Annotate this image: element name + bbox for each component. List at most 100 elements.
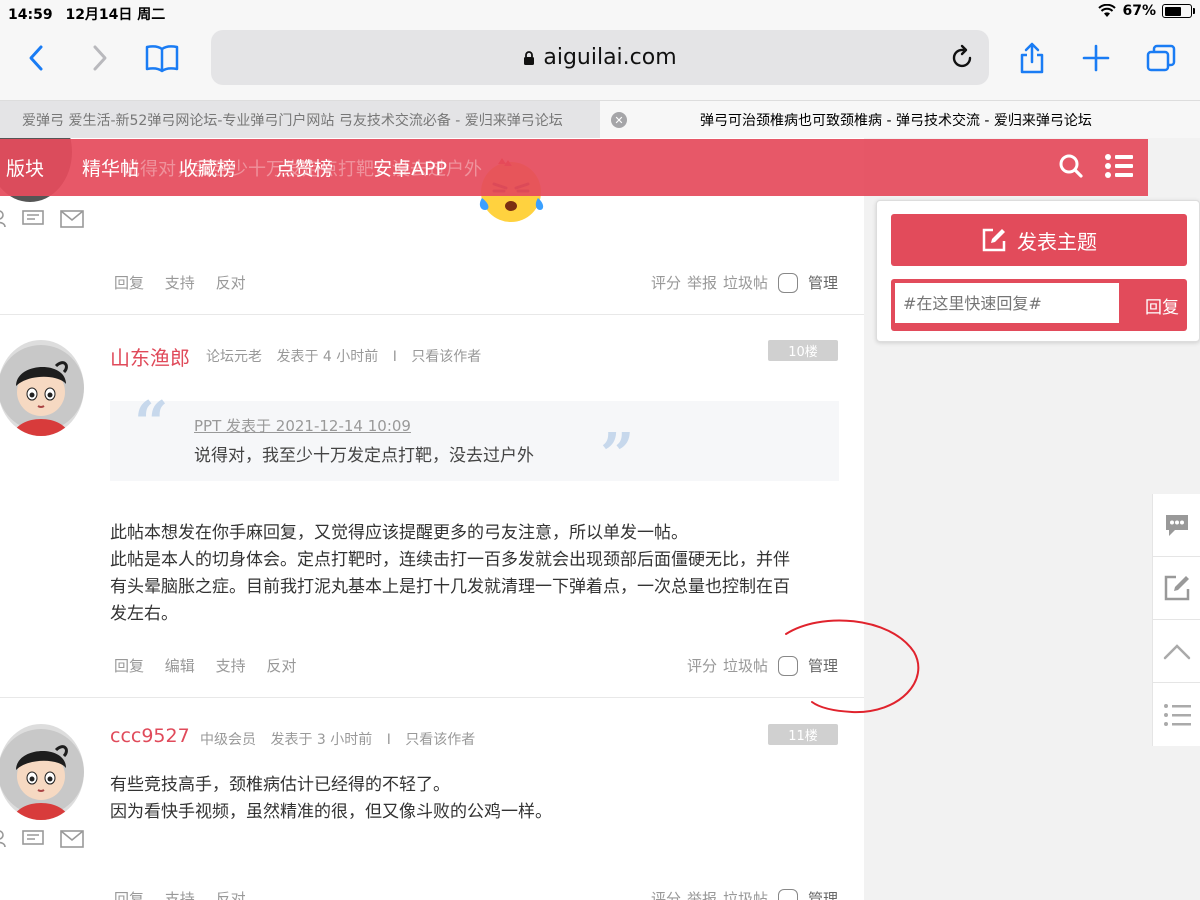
- post-time: 发表于 3 小时前: [270, 732, 373, 748]
- address-bar[interactable]: aiguilai.com: [211, 30, 989, 85]
- rate-link[interactable]: 评分: [651, 272, 681, 293]
- edit-icon: [982, 228, 1006, 252]
- edit-icon: [1164, 575, 1189, 601]
- new-topic-button[interactable]: 发表主题: [891, 214, 1187, 266]
- message-icon[interactable]: [22, 210, 44, 228]
- manage-label[interactable]: 管理: [808, 655, 838, 676]
- web-page: 回复 支持 反对 评分 举报 垃圾帖 管理 山东渔郎 论坛元老 发表于 4 小时…: [0, 138, 1200, 900]
- reply-link[interactable]: 回复: [114, 890, 144, 900]
- chevron-right-icon: [93, 45, 107, 71]
- scroll-top-tool[interactable]: [1153, 620, 1200, 683]
- status-bar: 14:59 12月14日 周二 67%: [0, 0, 1200, 24]
- post-actions-left: 回复 编辑 支持 反对: [114, 655, 312, 676]
- spam-link[interactable]: 垃圾帖: [723, 272, 768, 293]
- tab-title: 弹弓可治颈椎病也可致颈椎病 - 弹弓技术交流 - 爱归来弹弓论坛: [700, 113, 1092, 129]
- post-actions-left: 回复 支持 反对: [114, 888, 262, 900]
- post-line: 发左右。: [110, 604, 178, 624]
- status-time: 14:59: [8, 7, 53, 23]
- tabs-overview-button[interactable]: [1141, 38, 1181, 78]
- oppose-link[interactable]: 反对: [216, 274, 246, 292]
- menu-list-icon[interactable]: [1104, 153, 1134, 179]
- compose-tool[interactable]: [1153, 557, 1200, 620]
- rate-link[interactable]: 评分: [651, 888, 681, 900]
- oppose-link[interactable]: 反对: [266, 657, 296, 675]
- tab-title: 爱弹弓 爱生活-新52弹弓网论坛-专业弹弓门户网站 弓友技术交流必备 - 爱归来…: [22, 113, 563, 129]
- post-meta: 中级会员 发表于 3 小时前 I 只看该作者: [200, 729, 485, 749]
- tab-current-thread[interactable]: 弹弓可治颈椎病也可致颈椎病 - 弹弓技术交流 - 爱归来弹弓论坛: [600, 101, 1200, 139]
- browser-toolbar: aiguilai.com: [0, 24, 1200, 100]
- post-panel: 发表主题 回复: [876, 200, 1200, 342]
- bookmarks-button[interactable]: [142, 38, 182, 78]
- status-right: 67%: [1098, 3, 1195, 19]
- manage-checkbox[interactable]: [777, 888, 798, 900]
- support-link[interactable]: 支持: [216, 657, 246, 675]
- search-icon[interactable]: [1058, 153, 1084, 179]
- post-actions-right: 评分 举报 垃圾帖 管理: [645, 888, 838, 900]
- ghost-quoted-text: 说得对，我至少十万发定点打靶，没去过户外: [122, 159, 482, 180]
- meta-separator: I: [392, 349, 397, 365]
- comment-tool[interactable]: [1153, 494, 1200, 557]
- list-icon: [1163, 703, 1191, 726]
- post-actions-right: 评分 举报 垃圾帖 管理: [645, 272, 838, 293]
- message-icon[interactable]: [22, 830, 44, 848]
- forward-button[interactable]: [80, 38, 120, 78]
- new-tab-button[interactable]: [1076, 38, 1116, 78]
- avatar[interactable]: [0, 340, 84, 436]
- quick-reply-input[interactable]: [895, 283, 1119, 323]
- post-body: 有些竞技高手，颈椎病估计已经得的不轻了。 因为看快手视频，虽然精准的很，但又像斗…: [110, 772, 552, 826]
- chat-bubble-icon: [1165, 515, 1188, 536]
- battery-percent: 67%: [1122, 3, 1156, 19]
- rate-link[interactable]: 评分: [687, 655, 717, 676]
- post-author[interactable]: ccc9527: [110, 725, 190, 747]
- post-divider: [0, 314, 864, 315]
- post-author[interactable]: 山东渔郎: [110, 342, 190, 371]
- report-link[interactable]: 举报: [687, 888, 717, 900]
- thread-content: 回复 支持 反对 评分 举报 垃圾帖 管理 山东渔郎 论坛元老 发表于 4 小时…: [0, 138, 864, 900]
- edit-link[interactable]: 编辑: [165, 657, 195, 675]
- manage-label[interactable]: 管理: [808, 272, 838, 293]
- user-mini-icons: [0, 830, 84, 848]
- tab-forum-home[interactable]: 爱弹弓 爱生活-新52弹弓网论坛-专业弹弓门户网站 弓友技术交流必备 - 爱归来…: [0, 101, 600, 139]
- floor-badge[interactable]: 11楼: [768, 724, 838, 745]
- mail-icon[interactable]: [60, 210, 84, 228]
- manage-checkbox[interactable]: [777, 272, 798, 293]
- battery-fill: [1164, 6, 1182, 16]
- post-line: 此帖是本人的切身体会。定点打靶时，连续击打一百多发就会出现颈部后面僵硬无比，并伴: [110, 550, 790, 570]
- manage-checkbox[interactable]: [777, 655, 798, 676]
- share-button[interactable]: [1012, 38, 1052, 78]
- reply-link[interactable]: 回复: [114, 657, 144, 675]
- quote-block: “ ” PPT 发表于 2021-12-14 10:09 说得对，我至少十万发定…: [110, 389, 839, 491]
- reload-icon[interactable]: [951, 44, 975, 70]
- quick-reply-button[interactable]: 回复: [1145, 293, 1179, 318]
- close-quote-icon: ”: [600, 421, 635, 491]
- avatar[interactable]: [0, 724, 84, 820]
- user-icon[interactable]: [0, 210, 6, 228]
- mail-icon[interactable]: [60, 830, 84, 848]
- support-link[interactable]: 支持: [165, 274, 195, 292]
- user-rank: 论坛元老: [206, 349, 262, 365]
- chevron-up-icon: [1163, 644, 1190, 660]
- user-icon[interactable]: [0, 830, 6, 848]
- status-left: 14:59 12月14日 周二: [8, 4, 173, 24]
- quick-reply-box: 回复: [891, 279, 1187, 331]
- nav-item-sections[interactable]: 版块: [6, 154, 44, 181]
- tab-close-icon[interactable]: ✕: [611, 112, 627, 128]
- back-button[interactable]: [16, 38, 56, 78]
- report-link[interactable]: 举报: [687, 272, 717, 293]
- spam-link[interactable]: 垃圾帖: [723, 888, 768, 900]
- quote-header[interactable]: PPT 发表于 2021-12-14 10:09: [194, 415, 411, 436]
- floor-badge[interactable]: 10楼: [768, 340, 838, 361]
- floating-toolbar: [1152, 494, 1200, 746]
- oppose-link[interactable]: 反对: [216, 890, 246, 900]
- nav-icons: [1058, 153, 1134, 179]
- list-tool[interactable]: [1153, 683, 1200, 746]
- forum-nav-bar: 版块 精华帖 收藏榜 点赞榜 安卓APP 说得对，我至少十万发定点打靶，没去过户…: [0, 139, 1148, 196]
- only-author-link[interactable]: 只看该作者: [411, 349, 481, 365]
- post-body: 此帖本想发在你手麻回复，又觉得应该提醒更多的弓友注意，所以单发一帖。 此帖是本人…: [110, 520, 790, 628]
- reply-link[interactable]: 回复: [114, 274, 144, 292]
- quote-text: 说得对，我至少十万发定点打靶，没去过户外: [194, 446, 534, 466]
- spam-link[interactable]: 垃圾帖: [723, 655, 768, 676]
- only-author-link[interactable]: 只看该作者: [405, 732, 475, 748]
- manage-label[interactable]: 管理: [808, 888, 838, 900]
- support-link[interactable]: 支持: [165, 890, 195, 900]
